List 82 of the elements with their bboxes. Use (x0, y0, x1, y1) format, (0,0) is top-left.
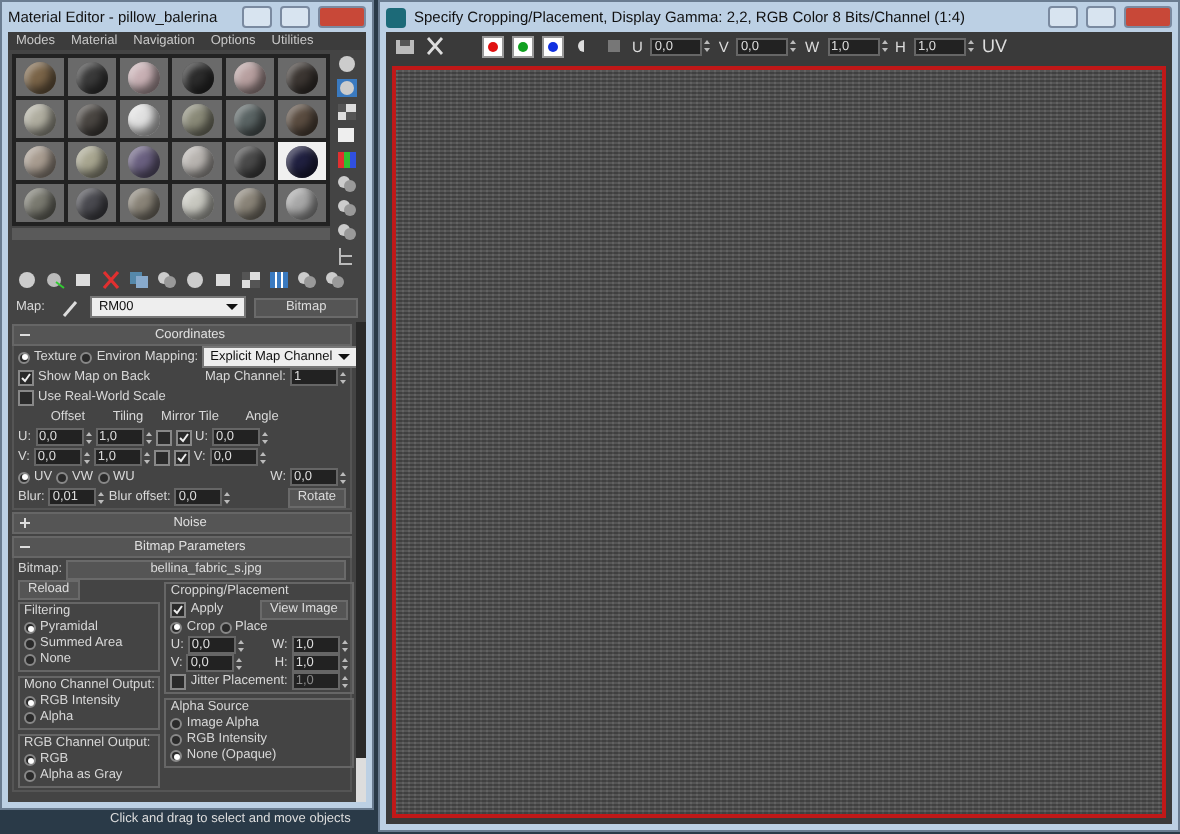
spinner-arrows-icon[interactable] (341, 655, 348, 671)
horizontal-scrollbar[interactable] (12, 228, 330, 240)
sample-slot[interactable] (68, 142, 117, 180)
radio-button[interactable] (24, 696, 36, 708)
spinner-arrows-icon[interactable] (967, 38, 974, 54)
radio-button[interactable] (24, 712, 36, 724)
spinner-arrows-icon[interactable] (224, 489, 231, 505)
spinner-arrows-icon[interactable] (704, 38, 711, 54)
minimize-button[interactable] (242, 6, 272, 28)
sample-slot[interactable] (120, 100, 169, 138)
eyedropper-icon[interactable] (60, 297, 83, 317)
maximize-button[interactable] (280, 6, 310, 28)
radio-button[interactable] (24, 622, 36, 634)
spinner-arrows-icon[interactable] (262, 429, 268, 445)
vertical-scrollbar[interactable] (356, 322, 366, 802)
radio-button[interactable] (97, 471, 110, 483)
spinner-arrows-icon[interactable] (790, 38, 797, 54)
spinner-arrows-icon[interactable] (236, 655, 243, 671)
radio-button[interactable] (24, 754, 36, 766)
sphere-icon[interactable] (16, 270, 38, 290)
spinner-arrows-icon[interactable] (259, 449, 266, 465)
radio-button[interactable] (170, 734, 183, 746)
sphere-icon[interactable] (336, 54, 358, 74)
sphere-icon[interactable] (184, 270, 206, 290)
spheres-icon[interactable] (296, 270, 318, 290)
spheres-icon[interactable] (336, 174, 358, 194)
spinner-arrows-icon[interactable] (85, 429, 91, 445)
radio-button[interactable] (24, 770, 36, 782)
radio-button[interactable] (170, 718, 183, 730)
app-icon (386, 7, 406, 27)
square-icon[interactable] (602, 36, 624, 56)
spheres-icon[interactable] (324, 270, 346, 290)
checkbox[interactable] (170, 601, 187, 617)
spinner-arrows-icon[interactable] (340, 369, 346, 385)
uv-label: UV (981, 36, 1007, 56)
spheres-icon[interactable] (156, 270, 178, 290)
checkbox[interactable] (170, 673, 187, 689)
spheres-icon[interactable] (336, 198, 358, 218)
spinner-arrows-icon[interactable] (237, 637, 244, 653)
radio-button[interactable] (18, 471, 30, 483)
grid-icon[interactable] (268, 270, 290, 290)
close-icon[interactable] (424, 36, 446, 56)
sample-slot[interactable] (16, 100, 65, 138)
sample-slot[interactable] (120, 184, 169, 222)
copy-icon[interactable] (128, 270, 150, 290)
radio-button[interactable] (24, 638, 36, 650)
sample-slot[interactable] (277, 142, 326, 180)
maximize-button[interactable] (1086, 6, 1116, 28)
spinner-arrows-icon[interactable] (881, 38, 888, 54)
spinner-arrows-icon[interactable] (83, 449, 90, 465)
radio-button[interactable] (219, 621, 231, 633)
radio-button[interactable] (24, 654, 36, 666)
sample-slot[interactable] (277, 184, 326, 222)
sample-slot[interactable] (225, 58, 274, 96)
sample-slot[interactable] (16, 142, 65, 180)
checkbox[interactable] (18, 369, 34, 385)
checkbox[interactable] (153, 449, 170, 465)
spinner-arrows-icon[interactable] (143, 449, 150, 465)
backlight-icon[interactable] (336, 78, 358, 98)
minimize-button[interactable] (1048, 6, 1078, 28)
checkbox[interactable] (175, 429, 191, 445)
spinner-arrows-icon[interactable] (98, 489, 105, 505)
save-icon[interactable] (394, 36, 416, 56)
radio-button[interactable] (80, 351, 93, 363)
checkbox[interactable] (155, 429, 171, 445)
checker-icon[interactable] (240, 270, 262, 290)
spinner-arrows-icon[interactable] (341, 673, 348, 689)
radio-button[interactable] (56, 471, 69, 483)
color-bars-icon[interactable] (336, 150, 358, 170)
spinner-arrows-icon[interactable] (145, 429, 151, 445)
radio-button[interactable] (170, 750, 183, 762)
tree-icon[interactable] (336, 246, 358, 266)
checker-icon[interactable] (336, 102, 358, 122)
radio-button[interactable] (170, 621, 183, 633)
checkbox[interactable] (18, 389, 34, 405)
sample-slot[interactable] (120, 58, 169, 96)
checkbox[interactable] (173, 449, 190, 465)
spinner-arrows-icon[interactable] (341, 637, 348, 653)
spinner-arrows-icon[interactable] (340, 469, 346, 485)
radio-button[interactable] (18, 351, 30, 363)
sample-slot[interactable] (225, 184, 274, 222)
spheres-icon[interactable] (336, 222, 358, 242)
